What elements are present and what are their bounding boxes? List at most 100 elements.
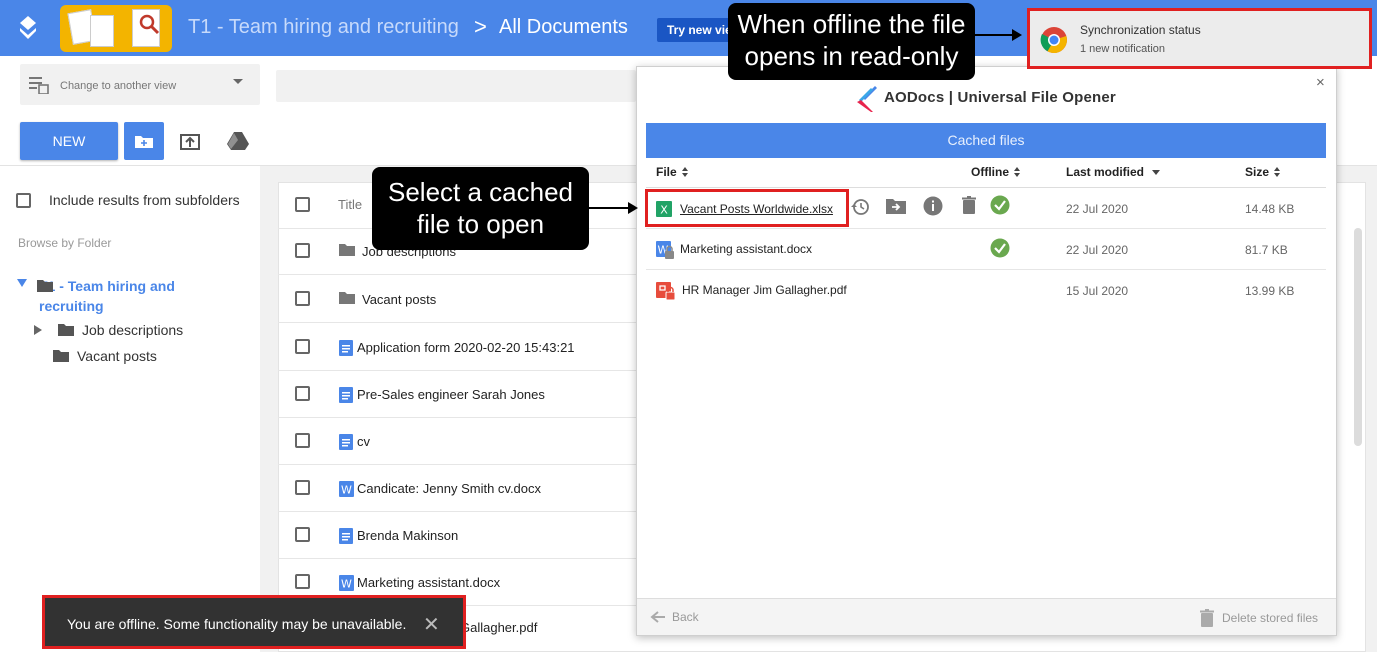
folder-icon: [53, 350, 69, 362]
browse-by-folder-label: Browse by Folder: [18, 236, 112, 250]
google-drive-button[interactable]: [218, 122, 258, 160]
pdf-file-locked-icon: [656, 282, 676, 301]
arrow-right-icon: [1012, 29, 1022, 41]
sort-icon: [1014, 167, 1021, 177]
row-checkbox[interactable]: [295, 574, 310, 589]
notification-subtitle: 1 new notification: [1080, 43, 1165, 55]
column-label: File: [656, 165, 677, 179]
info-icon[interactable]: [923, 196, 943, 216]
expand-triangle-icon[interactable]: [17, 279, 27, 287]
view-list-icon: [29, 77, 49, 94]
dialog-scrollbar[interactable]: [1354, 228, 1362, 446]
try-new-view-button[interactable]: Try new view: [657, 18, 737, 42]
word-file-locked-icon: W: [656, 241, 674, 259]
table-row[interactable]: Application form 2020-02-20 15:43:21: [278, 324, 636, 371]
dialog-title: AODocs | Universal File Opener: [884, 89, 1116, 106]
size-column-header[interactable]: Size: [1245, 165, 1281, 179]
column-label: Size: [1245, 165, 1270, 179]
doc-name[interactable]: Application form 2020-02-20 15:43:21: [357, 340, 575, 355]
doc-name[interactable]: cv: [357, 434, 370, 449]
cached-file-name[interactable]: Marketing assistant.docx: [680, 242, 812, 256]
file-size: 13.99 KB: [1245, 284, 1295, 298]
search-input[interactable]: [276, 70, 636, 102]
tree-item-label: Vacant posts: [77, 348, 157, 364]
arrow-right-icon: [628, 202, 638, 214]
expand-triangle-icon[interactable]: [34, 325, 42, 335]
new-button[interactable]: NEW: [20, 122, 118, 160]
tree-item-vacant-posts[interactable]: Vacant posts: [53, 348, 157, 364]
doc-name[interactable]: Marketing assistant.docx: [357, 575, 500, 590]
add-folder-icon: [135, 136, 153, 148]
folder-icon: [339, 292, 355, 304]
tree-item-label: Job descriptions: [82, 322, 184, 338]
tree-root-folder[interactable]: T1 - Team hiring and recruiting: [17, 276, 237, 316]
word-doc-icon: W: [339, 481, 354, 497]
row-checkbox[interactable]: [295, 386, 310, 401]
cached-files-header: Cached files: [646, 123, 1326, 158]
delete-icon: [1200, 609, 1214, 627]
select-all-checkbox[interactable]: [295, 197, 310, 212]
breadcrumb-library[interactable]: T1 - Team hiring and recruiting: [188, 16, 459, 39]
column-label: Last modified: [1066, 165, 1145, 179]
row-checkbox[interactable]: [295, 339, 310, 354]
upload-button[interactable]: [170, 122, 210, 160]
table-row[interactable]: Brenda Makinson: [278, 512, 636, 559]
title-column-header[interactable]: Title: [338, 197, 362, 212]
delete-stored-files-button[interactable]: Delete stored files: [1200, 609, 1318, 627]
include-subfolders-checkbox[interactable]: Include results from subfolders: [16, 192, 240, 208]
offline-read-only-callout: When offline the file opens in read-only: [728, 3, 975, 80]
history-icon[interactable]: [850, 197, 870, 217]
file-last-modified: 22 Jul 2020: [1066, 243, 1129, 257]
breadcrumb-current-view: All Documents: [499, 16, 628, 38]
row-checkbox[interactable]: [295, 480, 310, 495]
chevron-down-icon: [233, 79, 243, 84]
last-modified-column-header[interactable]: Last modified: [1066, 165, 1161, 179]
view-select[interactable]: Change to another view: [20, 64, 260, 105]
sync-status-notification[interactable]: Synchronization status 1 new notificatio…: [1027, 8, 1372, 69]
sort-descending-icon: [1152, 169, 1161, 175]
table-row[interactable]: cv: [278, 418, 636, 465]
doc-name[interactable]: Candicate: Jenny Smith cv.docx: [357, 481, 541, 496]
cached-file-row[interactable]: W Marketing assistant.docx 22 Jul 2020 8…: [646, 229, 1326, 270]
offline-available-check-icon: [990, 195, 1010, 215]
svg-text:W: W: [341, 484, 352, 497]
cached-file-name[interactable]: HR Manager Jim Gallagher.pdf: [682, 283, 847, 297]
google-drive-icon: [227, 132, 249, 150]
new-folder-button[interactable]: [124, 122, 164, 160]
folder-icon: [58, 324, 74, 336]
doc-name[interactable]: Vacant posts: [362, 292, 436, 307]
close-icon[interactable]: ✕: [423, 612, 440, 637]
table-row[interactable]: Pre-Sales engineer Sarah Jones: [278, 371, 636, 418]
table-row[interactable]: W Candicate: Jenny Smith cv.docx: [278, 465, 636, 512]
doc-name[interactable]: Brenda Makinson: [357, 528, 458, 543]
cached-file-row[interactable]: HR Manager Jim Gallagher.pdf 15 Jul 2020…: [646, 270, 1326, 311]
file-size: 14.48 KB: [1245, 202, 1295, 216]
doc-name[interactable]: Gallagher.pdf: [460, 620, 537, 635]
checkbox[interactable]: [16, 192, 31, 208]
file-column-header[interactable]: File: [656, 165, 689, 179]
include-subfolders-label: Include results from subfolders: [49, 192, 240, 208]
row-checkbox[interactable]: [295, 243, 310, 258]
sort-icon: [681, 167, 689, 177]
back-button[interactable]: Back: [650, 610, 699, 624]
doc-name[interactable]: Pre-Sales engineer Sarah Jones: [357, 387, 545, 402]
callout-arrow: [589, 207, 629, 209]
row-checkbox[interactable]: [295, 433, 310, 448]
toast-message: You are offline. Some functionality may …: [67, 616, 407, 632]
move-to-folder-icon[interactable]: [886, 198, 906, 214]
notification-title: Synchronization status: [1080, 23, 1201, 37]
word-doc-icon: W: [339, 575, 354, 591]
row-checkbox[interactable]: [295, 527, 310, 542]
aodocs-logo-icon[interactable]: [14, 14, 42, 42]
table-row[interactable]: Vacant posts: [278, 276, 636, 323]
google-doc-icon: [339, 340, 353, 356]
callout-line: Select a cached: [387, 177, 573, 207]
select-cached-file-callout: Select a cached file to open: [372, 167, 589, 250]
row-checkbox[interactable]: [295, 291, 310, 306]
close-icon[interactable]: ×: [1316, 74, 1325, 91]
tree-item-job-descriptions[interactable]: Job descriptions: [34, 322, 183, 338]
library-thumbnail: [60, 5, 172, 52]
delete-icon[interactable]: [962, 196, 976, 214]
offline-column-header[interactable]: Offline: [971, 165, 1021, 179]
offline-toast: You are offline. Some functionality may …: [42, 595, 466, 649]
